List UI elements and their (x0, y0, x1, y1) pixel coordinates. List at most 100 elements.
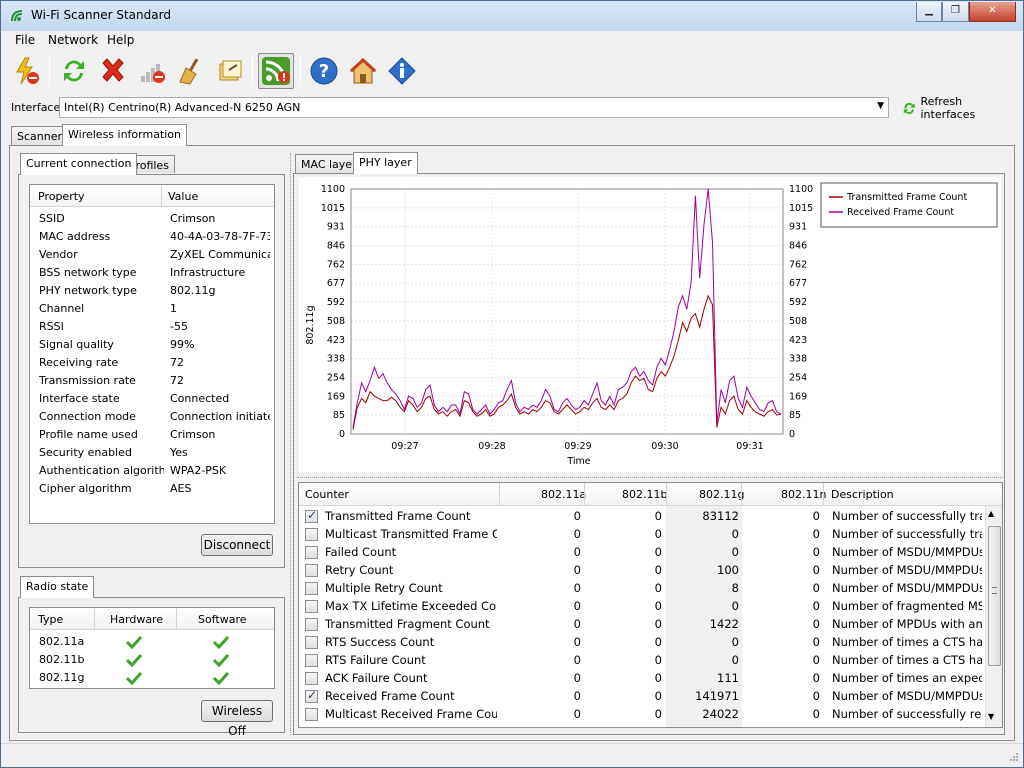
counter-description: Number of successfully recei... (832, 707, 982, 721)
property-row[interactable]: Security enabled Yes (30, 444, 273, 462)
y-tick-label-left: 931 (327, 222, 345, 233)
col-80211n[interactable]: 802.11n (781, 488, 826, 501)
refresh-interfaces-button[interactable]: Refresh interfaces (902, 95, 1017, 121)
counter-checkbox[interactable] (305, 528, 318, 541)
counter-80211b: 0 (654, 635, 662, 649)
wireless-off-button[interactable]: Wireless Off (201, 700, 273, 738)
maximize-button[interactable]: ❐ (942, 2, 969, 22)
close-button[interactable]: ✕ (969, 2, 1016, 22)
scrollbar-thumb[interactable] (988, 526, 1001, 666)
scroll-up-icon[interactable]: ▲ (988, 509, 994, 518)
property-value: -55 (170, 320, 188, 333)
counter-80211g: 8 (731, 581, 739, 595)
wifi-monitor-button[interactable] (258, 53, 294, 89)
title-bar[interactable]: Wi-Fi Scanner Standard ▁ ❐ ✕ (1, 1, 1023, 31)
x-tick-label: 09:31 (736, 441, 763, 452)
property-row[interactable]: BSS network type Infrastructure (30, 264, 273, 282)
menu-file[interactable]: File (15, 33, 35, 47)
counter-checkbox[interactable] (305, 618, 318, 631)
property-row[interactable]: RSSI -55 (30, 318, 273, 336)
counter-checkbox[interactable] (305, 688, 318, 703)
property-name: Security enabled (39, 446, 132, 459)
col-80211a[interactable]: 802.11a (541, 488, 586, 501)
clear-button[interactable] (173, 53, 209, 89)
resize-grip-icon[interactable] (1009, 752, 1019, 762)
property-row[interactable]: PHY network type 802.11g (30, 282, 273, 300)
header-value: Value (168, 190, 199, 203)
property-row[interactable]: Signal quality 99% (30, 336, 273, 354)
info-button[interactable] (384, 53, 420, 89)
interface-select[interactable]: Intel(R) Centrino(R) Advanced-N 6250 AGN… (59, 97, 889, 118)
chart-legend-box (820, 182, 998, 228)
counter-table: Counter 802.11a 802.11b 802.11g 802.11n … (298, 482, 1003, 728)
tab-phy-layer[interactable]: PHY layer (353, 152, 418, 174)
radio-type: 802.11g (39, 671, 85, 684)
counter-row[interactable]: Multiple Retry Count 0 0 8 0 Number of MSDU/M… (299, 580, 985, 598)
minimize-button[interactable]: ▁ (916, 2, 942, 22)
counter-row[interactable]: Multicast Transmitted Frame Count 0 0 0 0 Num… (299, 526, 985, 544)
counter-row[interactable]: Received Frame Count 0 0 141971 0 Number of M… (299, 688, 985, 706)
menu-help[interactable]: Help (107, 33, 134, 47)
property-row[interactable]: Vendor ZyXEL Communica... (30, 246, 273, 264)
export-button[interactable] (212, 53, 248, 89)
counter-checkbox[interactable] (305, 582, 318, 595)
counter-description: Number of MSDU/MMPDUs ... (832, 581, 982, 595)
tab-scanner[interactable]: Scanner (11, 126, 69, 146)
y-tick-label-right: 85 (789, 410, 801, 421)
property-row[interactable]: Profile name used Crimson (30, 426, 273, 444)
help-button[interactable]: ? (306, 53, 342, 89)
property-row[interactable]: Authentication algorithm WPA2-PSK (30, 462, 273, 480)
property-row[interactable]: Interface state Connected (30, 390, 273, 408)
radio-type: 802.11b (39, 653, 85, 666)
property-row[interactable]: MAC address 40-4A-03-78-7F-73 (30, 228, 273, 246)
property-name: Vendor (39, 248, 78, 261)
delete-button[interactable] (95, 53, 131, 89)
counter-80211b: 0 (654, 653, 662, 667)
property-row[interactable]: SSID Crimson (30, 210, 273, 228)
property-row[interactable]: Channel 1 (30, 300, 273, 318)
counter-description: Number of MSDU/MMPDUs ... (832, 563, 982, 577)
property-row[interactable]: Cipher algorithm AES (30, 480, 273, 498)
tab-wireless-information[interactable]: Wireless information (62, 124, 188, 146)
counter-scrollbar[interactable]: ▲ ▼ (985, 506, 1002, 727)
counter-row[interactable]: Failed Count 0 0 0 0 Number of MSDU/MMPDUs ..… (299, 544, 985, 562)
counter-checkbox[interactable] (305, 564, 318, 577)
counter-row[interactable]: Transmitted Fragment Count 0 0 1422 0 Number … (299, 616, 985, 634)
property-value: 40-4A-03-78-7F-73 (170, 230, 270, 243)
counter-row[interactable]: RTS Success Count 0 0 0 0 Number of times a C… (299, 634, 985, 652)
refresh-button[interactable] (56, 53, 92, 89)
counter-row[interactable]: Retry Count 0 0 100 0 Number of MSDU/MMPDUs .… (299, 562, 985, 580)
tab-radio-state[interactable]: Radio state (20, 576, 95, 598)
counter-checkbox[interactable] (305, 508, 318, 523)
counter-row[interactable]: ACK Failure Count 0 0 111 0 Number of times a… (299, 670, 985, 688)
property-row[interactable]: Connection mode Connection initiate... (30, 408, 273, 426)
property-row[interactable]: Transmission rate 72 (30, 372, 273, 390)
col-description[interactable]: Description (831, 488, 894, 501)
counter-checkbox[interactable] (305, 600, 318, 613)
property-row[interactable]: Receiving rate 72 (30, 354, 273, 372)
menu-network[interactable]: Network (48, 33, 98, 47)
counter-checkbox[interactable] (305, 636, 318, 649)
disconnect-button[interactable]: Disconnect (201, 534, 273, 556)
signal-button[interactable] (134, 53, 170, 89)
counter-checkbox[interactable] (305, 654, 318, 667)
scroll-down-icon[interactable]: ▼ (988, 712, 994, 721)
counter-80211n: 0 (812, 527, 820, 541)
home-button[interactable] (345, 53, 381, 89)
counter-row[interactable]: Max TX Lifetime Exceeded Count 0 0 0 0 Number… (299, 598, 985, 616)
counter-checkbox[interactable] (305, 708, 318, 721)
counter-row[interactable]: RTS Failure Count 0 0 0 0 Number of times a C… (299, 652, 985, 670)
col-counter[interactable]: Counter (305, 488, 349, 501)
col-80211g[interactable]: 802.11g (699, 488, 744, 501)
counter-row[interactable]: Multicast Received Frame Count 0 0 24022 0 Nu… (299, 706, 985, 724)
tab-current-connection[interactable]: Current connection (20, 153, 138, 175)
property-value: 1 (170, 302, 177, 315)
col-80211b[interactable]: 802.11b (622, 488, 667, 501)
radio-row: 802.11a (30, 633, 274, 651)
stop-scan-button[interactable] (9, 53, 45, 89)
counter-checkbox[interactable] (305, 672, 318, 685)
counter-row[interactable]: Transmitted Frame Count 0 0 83112 0 Number of… (299, 508, 985, 526)
close-icon: ✕ (988, 5, 997, 16)
counter-80211b: 0 (654, 707, 662, 721)
counter-checkbox[interactable] (305, 546, 318, 559)
